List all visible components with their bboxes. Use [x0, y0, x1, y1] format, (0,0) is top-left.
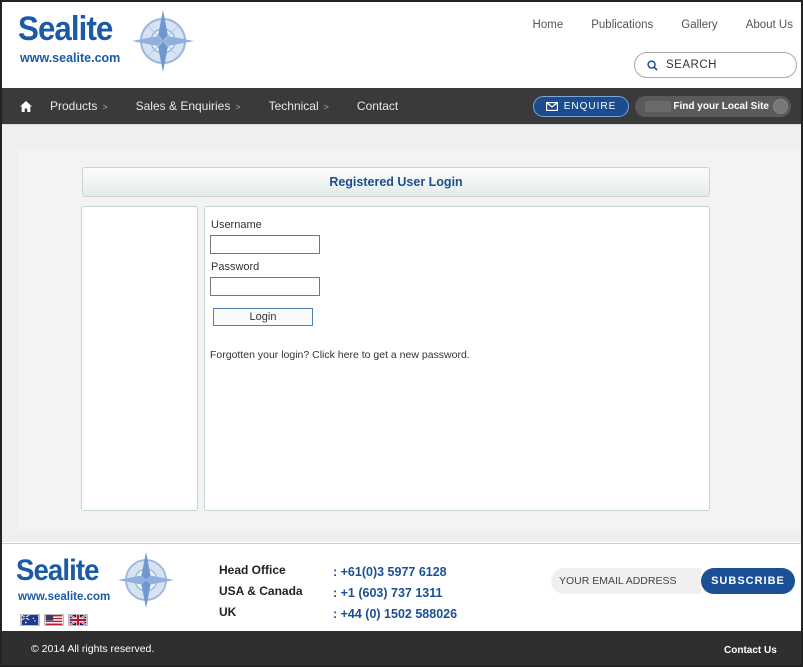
- australia-flag-icon[interactable]: [20, 614, 40, 626]
- password-field[interactable]: [210, 277, 320, 296]
- footer-logo[interactable]: Sealite www.sealite.com: [16, 551, 186, 609]
- phone-head[interactable]: : +61(0)3 5977 6128: [333, 562, 457, 583]
- logo-wordmark: Sealite: [18, 10, 113, 48]
- office-usa-canada: USA & Canada: [219, 584, 303, 598]
- nav-products[interactable]: Products >: [50, 99, 108, 113]
- site-footer: Sealite www.sealite.com Head Office USA …: [2, 543, 801, 631]
- subscribe-button[interactable]: SUBSCRIBE: [701, 568, 795, 594]
- nav-technical-label: Technical: [268, 99, 319, 113]
- topnav-home[interactable]: Home: [533, 19, 564, 31]
- logo-url: www.sealite.com: [20, 51, 121, 65]
- nav-sales-label: Sales & Enquiries: [135, 99, 231, 113]
- uk-flag-icon[interactable]: [68, 614, 88, 626]
- search-box[interactable]: SEARCH: [634, 52, 797, 78]
- compass-icon: [132, 10, 194, 72]
- home-icon[interactable]: [2, 100, 50, 112]
- nav-products-label: Products: [50, 99, 98, 113]
- phone-uk[interactable]: : +44 (0) 1502 588026: [333, 604, 457, 625]
- main-navigation: Products > Sales & Enquiries > Technical > …: [2, 88, 801, 124]
- password-label: Password: [211, 261, 260, 273]
- site-logo[interactable]: Sealite www.sealite.com: [18, 8, 208, 74]
- phone-usa-canada[interactable]: : +1 (603) 737 1311: [333, 583, 457, 604]
- office-head: Head Office: [219, 563, 286, 577]
- footer-logo-wordmark: Sealite: [16, 554, 99, 587]
- footer-logo-url: www.sealite.com: [18, 591, 111, 603]
- search-label: SEARCH: [666, 59, 717, 71]
- office-phones: : +61(0)3 5977 6128 : +1 (603) 737 1311 …: [333, 562, 457, 625]
- nav-technical[interactable]: Technical >: [269, 99, 329, 113]
- enquire-button[interactable]: ENQUIRE: [533, 96, 629, 117]
- local-site-selector[interactable]: Find your Local Site: [635, 96, 791, 117]
- nav-sales-enquiries[interactable]: Sales & Enquiries >: [136, 99, 241, 113]
- search-icon: [647, 59, 658, 71]
- forgot-password-link[interactable]: Forgotten your login? Click here to get …: [210, 349, 470, 361]
- username-field[interactable]: [210, 235, 320, 254]
- chevron-right-icon: >: [235, 102, 241, 112]
- compass-icon: [117, 551, 175, 609]
- site-header: Sealite www.sealite.com Home Publication…: [2, 2, 801, 88]
- topnav-publications[interactable]: Publications: [591, 19, 653, 31]
- newsletter-email-input[interactable]: YOUR EMAIL ADDRESS: [551, 568, 701, 594]
- nav-contact-label: Contact: [356, 99, 399, 113]
- login-form-panel: Username Password Login Forgotten your l…: [204, 206, 710, 511]
- chevron-right-icon: >: [102, 102, 108, 112]
- office-names: Head Office USA & Canada UK: [219, 560, 303, 623]
- world-map-icon: [645, 101, 671, 112]
- contact-us-link[interactable]: Contact Us: [724, 645, 777, 656]
- login-title-bar: Registered User Login: [82, 167, 710, 197]
- topnav-gallery[interactable]: Gallery: [681, 19, 717, 31]
- envelope-icon: [545, 102, 558, 111]
- usa-flag-icon[interactable]: [44, 614, 64, 626]
- top-navigation: Home Publications Gallery About Us: [533, 19, 793, 31]
- local-site-label: Find your Local Site: [673, 101, 769, 112]
- office-uk: UK: [219, 605, 237, 619]
- chevron-right-icon: >: [323, 102, 329, 112]
- topnav-about-us[interactable]: About Us: [746, 19, 793, 31]
- username-label: Username: [211, 219, 262, 231]
- nav-contact[interactable]: Contact: [357, 99, 398, 113]
- dropdown-knob-icon: [773, 99, 788, 114]
- login-button[interactable]: Login: [213, 308, 313, 326]
- enquire-label: ENQUIRE: [563, 101, 617, 112]
- bottom-bar: © 2014 All rights reserved. Contact Us: [2, 631, 801, 665]
- flag-list: [20, 614, 88, 626]
- copyright-text: © 2014 All rights reserved.: [31, 643, 155, 655]
- page-frame: Sealite www.sealite.com Home Publication…: [0, 0, 803, 667]
- left-side-panel: [81, 206, 198, 511]
